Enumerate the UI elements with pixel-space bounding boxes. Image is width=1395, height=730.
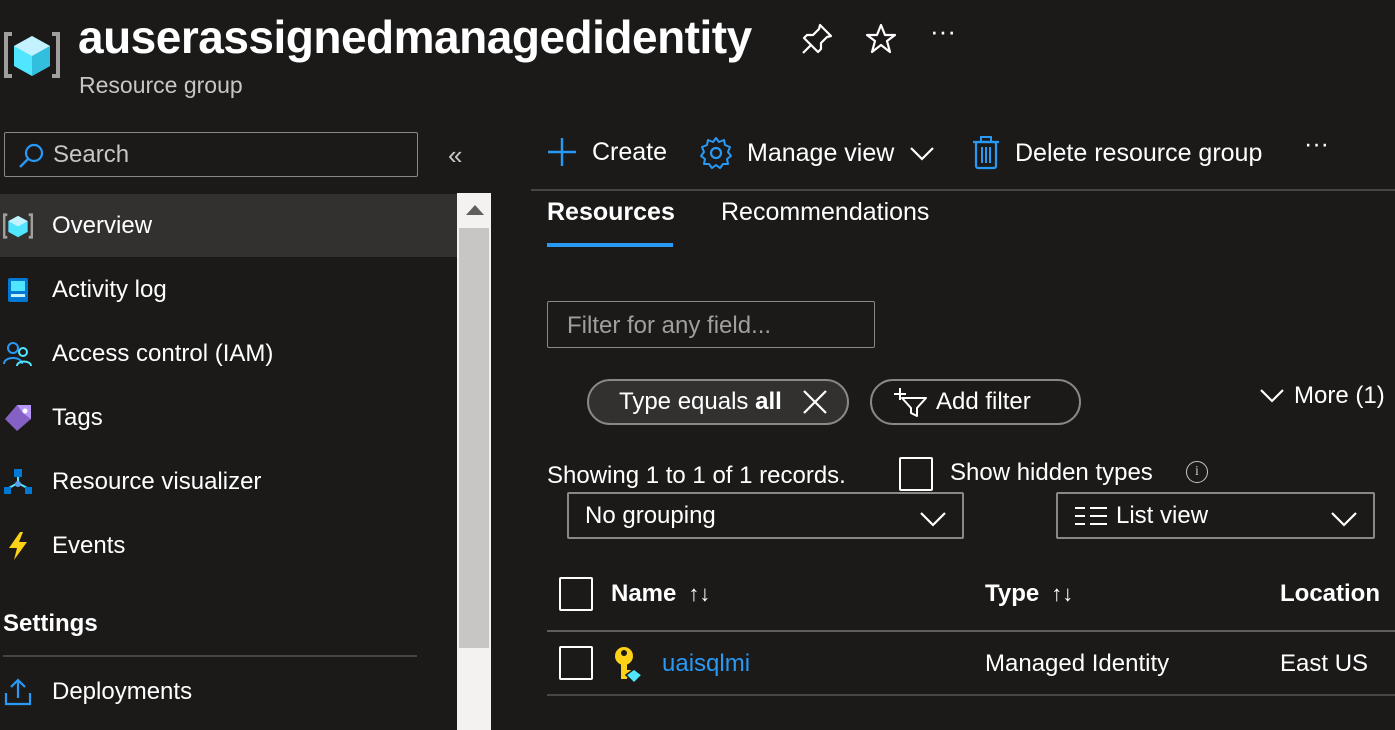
toolbar-divider: [531, 189, 1395, 191]
sidebar-item-tags[interactable]: Tags: [0, 386, 457, 449]
search-input[interactable]: [51, 139, 405, 171]
sort-icon[interactable]: ↑↓: [1051, 581, 1073, 607]
list-view-icon: [1074, 505, 1108, 527]
settings-section-title: Settings: [3, 610, 98, 637]
sidebar-item-deployments[interactable]: Deployments: [0, 660, 457, 723]
add-filter-label: Add filter: [936, 388, 1031, 415]
row-checkbox[interactable]: [559, 646, 593, 680]
delete-resource-group-button[interactable]: Delete resource group: [971, 136, 1262, 170]
row-divider: [547, 694, 1395, 696]
chevron-down-icon: [1260, 389, 1284, 403]
view-selected: List view: [1116, 501, 1209, 529]
search-box[interactable]: [4, 132, 418, 177]
sidebar-item-label: Resource visualizer: [52, 467, 262, 495]
page-title: auserassignedmanagedidentity: [78, 11, 752, 63]
records-count-text: Showing 1 to 1 of 1 records.: [547, 462, 846, 489]
create-label: Create: [592, 137, 668, 166]
sort-icon[interactable]: ↑↓: [688, 581, 710, 607]
sidebar-item-label: Overview: [52, 211, 153, 239]
plus-icon: [546, 136, 578, 168]
sidebar-item-activity-log[interactable]: Activity log: [0, 258, 457, 321]
filter-box[interactable]: [547, 301, 875, 348]
column-header-type[interactable]: Type ↑↓: [985, 580, 1073, 608]
chevron-down-icon: [1331, 506, 1357, 534]
info-icon[interactable]: i: [1186, 461, 1208, 483]
resource-location: East US: [1280, 650, 1369, 677]
column-label: Type: [985, 580, 1040, 607]
resource-group-icon: [4, 30, 60, 85]
search-icon: [17, 142, 45, 175]
close-icon[interactable]: [802, 389, 828, 415]
column-header-name[interactable]: Name ↑↓: [611, 580, 710, 608]
resource-name-link[interactable]: uaisqlmi: [662, 650, 750, 678]
tag-icon: [0, 403, 44, 433]
sidebar-item-label: Activity log: [52, 275, 167, 303]
type-filter-pill[interactable]: Type equals all: [587, 379, 849, 425]
section-divider: [3, 655, 417, 657]
active-tab-indicator: [547, 243, 673, 247]
more-filters-button[interactable]: More (1): [1260, 382, 1385, 410]
sidebar-item-label: Events: [52, 531, 126, 559]
sidebar-item-overview[interactable]: Overview: [0, 194, 457, 257]
page-subtitle: Resource group: [79, 72, 243, 98]
gear-icon: [699, 136, 733, 170]
collapse-sidebar-button[interactable]: «: [448, 140, 462, 171]
column-label: Location: [1280, 580, 1380, 607]
star-icon[interactable]: [864, 22, 898, 63]
key-icon: [612, 645, 644, 690]
create-button[interactable]: Create: [546, 136, 667, 168]
chevron-down-icon: [910, 139, 935, 168]
manage-view-button[interactable]: Manage view: [699, 136, 935, 170]
select-all-checkbox[interactable]: [559, 577, 593, 611]
chevron-down-icon: [920, 506, 946, 534]
grouping-selected: No grouping: [585, 501, 716, 529]
sidebar-item-access-control[interactable]: Access control (IAM): [0, 322, 457, 385]
show-hidden-types-checkbox[interactable]: [899, 457, 933, 491]
activity-log-icon: [0, 276, 44, 304]
type-filter-prefix: Type equals: [619, 388, 756, 415]
add-filter-button[interactable]: Add filter: [870, 379, 1081, 425]
trash-icon: [971, 136, 1001, 170]
scroll-up-arrow-icon[interactable]: [466, 205, 484, 215]
column-header-location[interactable]: Location: [1280, 580, 1380, 608]
resource-type: Managed Identity: [985, 650, 1170, 677]
show-hidden-types-label: Show hidden types: [950, 459, 1153, 486]
people-icon: [0, 340, 44, 368]
manage-view-label: Manage view: [747, 138, 895, 167]
delete-label: Delete resource group: [1015, 138, 1263, 167]
upload-icon: [0, 677, 44, 707]
add-filter-icon: [892, 386, 928, 418]
resource-group-icon: [0, 211, 44, 241]
header-divider: [547, 630, 1395, 632]
sidebar-item-resource-visualizer[interactable]: Resource visualizer: [0, 450, 457, 513]
sidebar-item-label: Access control (IAM): [52, 339, 274, 367]
tab-recommendations[interactable]: Recommendations: [721, 198, 929, 227]
tab-resources[interactable]: Resources: [547, 198, 675, 227]
column-label: Name: [611, 580, 677, 607]
sidebar-item-label: Deployments: [52, 677, 193, 705]
pin-icon[interactable]: [800, 22, 834, 63]
toolbar-more-button[interactable]: ···: [1304, 130, 1329, 159]
sidebar-item-events[interactable]: Events: [0, 514, 457, 577]
filter-input[interactable]: [565, 310, 869, 342]
scrollbar-thumb[interactable]: [459, 228, 489, 648]
visualizer-icon: [0, 467, 44, 497]
type-filter-value: all: [755, 388, 782, 415]
grouping-dropdown[interactable]: No grouping: [567, 492, 964, 539]
sidebar-item-label: Tags: [52, 403, 103, 431]
more-filters-label: More (1): [1294, 382, 1385, 409]
view-dropdown[interactable]: List view: [1056, 492, 1375, 539]
more-options-button[interactable]: ···: [930, 16, 956, 47]
lightning-icon: [0, 531, 44, 561]
